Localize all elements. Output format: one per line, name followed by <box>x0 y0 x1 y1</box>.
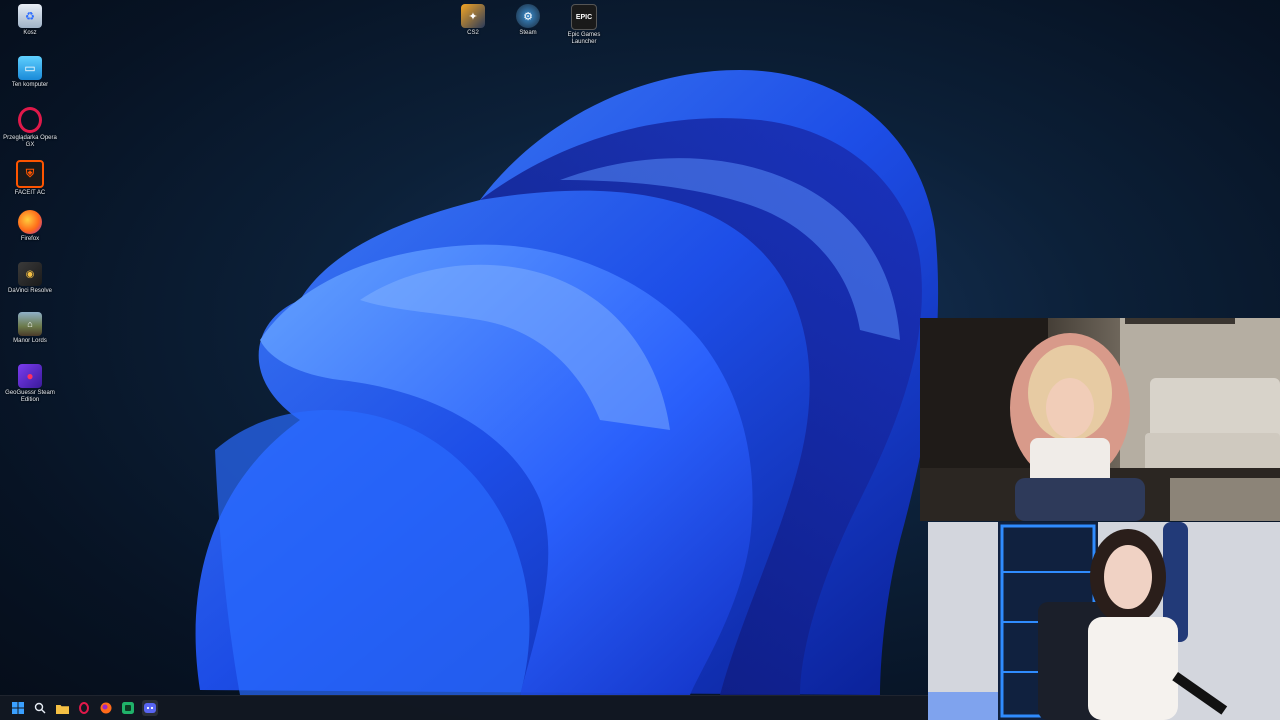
desktop-icon-faceit[interactable]: ⛨ FACEIT AC <box>0 160 60 197</box>
desktop-icon-label: Steam <box>519 30 537 36</box>
file-explorer-button[interactable] <box>54 700 70 716</box>
desktop-icon-manor-lords[interactable]: ⌂ Manor Lords <box>0 312 60 345</box>
desktop: ♻ Kosz ▭ Ten komputer Przeglądarka Opera… <box>0 0 1280 720</box>
app-icon <box>122 702 134 714</box>
webcam-scene-1 <box>920 318 1280 521</box>
firefox-icon <box>100 702 112 714</box>
desktop-icon-label: Ten komputer <box>11 82 49 88</box>
desktop-icon-geoguessr[interactable]: ● GeoGuessr Steam Edition <box>0 364 60 404</box>
taskbar <box>0 695 928 720</box>
desktop-icon-steam[interactable]: ⚙ Steam <box>498 4 558 37</box>
desktop-icon-opera-gx[interactable]: Przeglądarka Opera GX <box>0 107 60 149</box>
desktop-icon-label: Kosz <box>23 30 37 36</box>
windows-icon <box>12 702 24 714</box>
steam-icon: ⚙ <box>516 4 540 28</box>
desktop-icon-cs2[interactable]: ✦ CS2 <box>443 4 503 37</box>
manor-lords-icon: ⌂ <box>18 312 42 336</box>
search-button[interactable] <box>32 700 48 716</box>
desktop-icon-this-pc[interactable]: ▭ Ten komputer <box>0 56 60 89</box>
computer-icon: ▭ <box>18 56 42 80</box>
davinci-icon: ◉ <box>18 262 42 286</box>
desktop-icon-label: Firefox <box>20 236 40 242</box>
faceit-icon: ⛨ <box>16 160 44 188</box>
geoguessr-icon: ● <box>18 364 42 388</box>
opera-gx-icon <box>18 107 42 133</box>
desktop-icon-label: DaVinci Resolve <box>8 288 52 294</box>
recycle-bin-icon: ♻ <box>18 4 42 28</box>
epic-games-icon: EPIC <box>571 4 597 30</box>
desktop-icon-davinci[interactable]: ◉ DaVinci Resolve <box>0 262 60 295</box>
desktop-icon-label: Przeglądarka Opera GX <box>3 135 57 148</box>
firefox-icon <box>18 210 42 234</box>
start-button[interactable] <box>10 700 26 716</box>
firefox-taskbar-button[interactable] <box>98 700 114 716</box>
desktop-icon-label: FACEIT AC <box>14 190 46 196</box>
desktop-icon-recycle-bin[interactable]: ♻ Kosz <box>0 4 60 37</box>
app-taskbar-button[interactable] <box>120 700 136 716</box>
desktop-icon-label: GeoGuessr Steam Edition <box>5 390 55 403</box>
webcam-scene-2 <box>928 522 1280 720</box>
webcam-overlay-2 <box>928 522 1280 720</box>
opera-gx-taskbar-button[interactable] <box>76 700 92 716</box>
webcam-overlay-1 <box>920 318 1280 521</box>
desktop-icon-label: CS2 <box>467 30 479 36</box>
folder-icon <box>55 704 69 714</box>
desktop-icon-label: Manor Lords <box>13 338 47 344</box>
opera-gx-icon <box>79 702 89 714</box>
desktop-icon-epic-games[interactable]: EPIC Epic Games Launcher <box>554 4 614 46</box>
desktop-icon-firefox[interactable]: Firefox <box>0 210 60 243</box>
search-icon <box>34 702 46 714</box>
discord-taskbar-button[interactable] <box>142 700 158 716</box>
desktop-icon-label: Epic Games Launcher <box>567 32 601 45</box>
cs2-icon: ✦ <box>461 4 485 28</box>
discord-icon <box>144 703 156 713</box>
